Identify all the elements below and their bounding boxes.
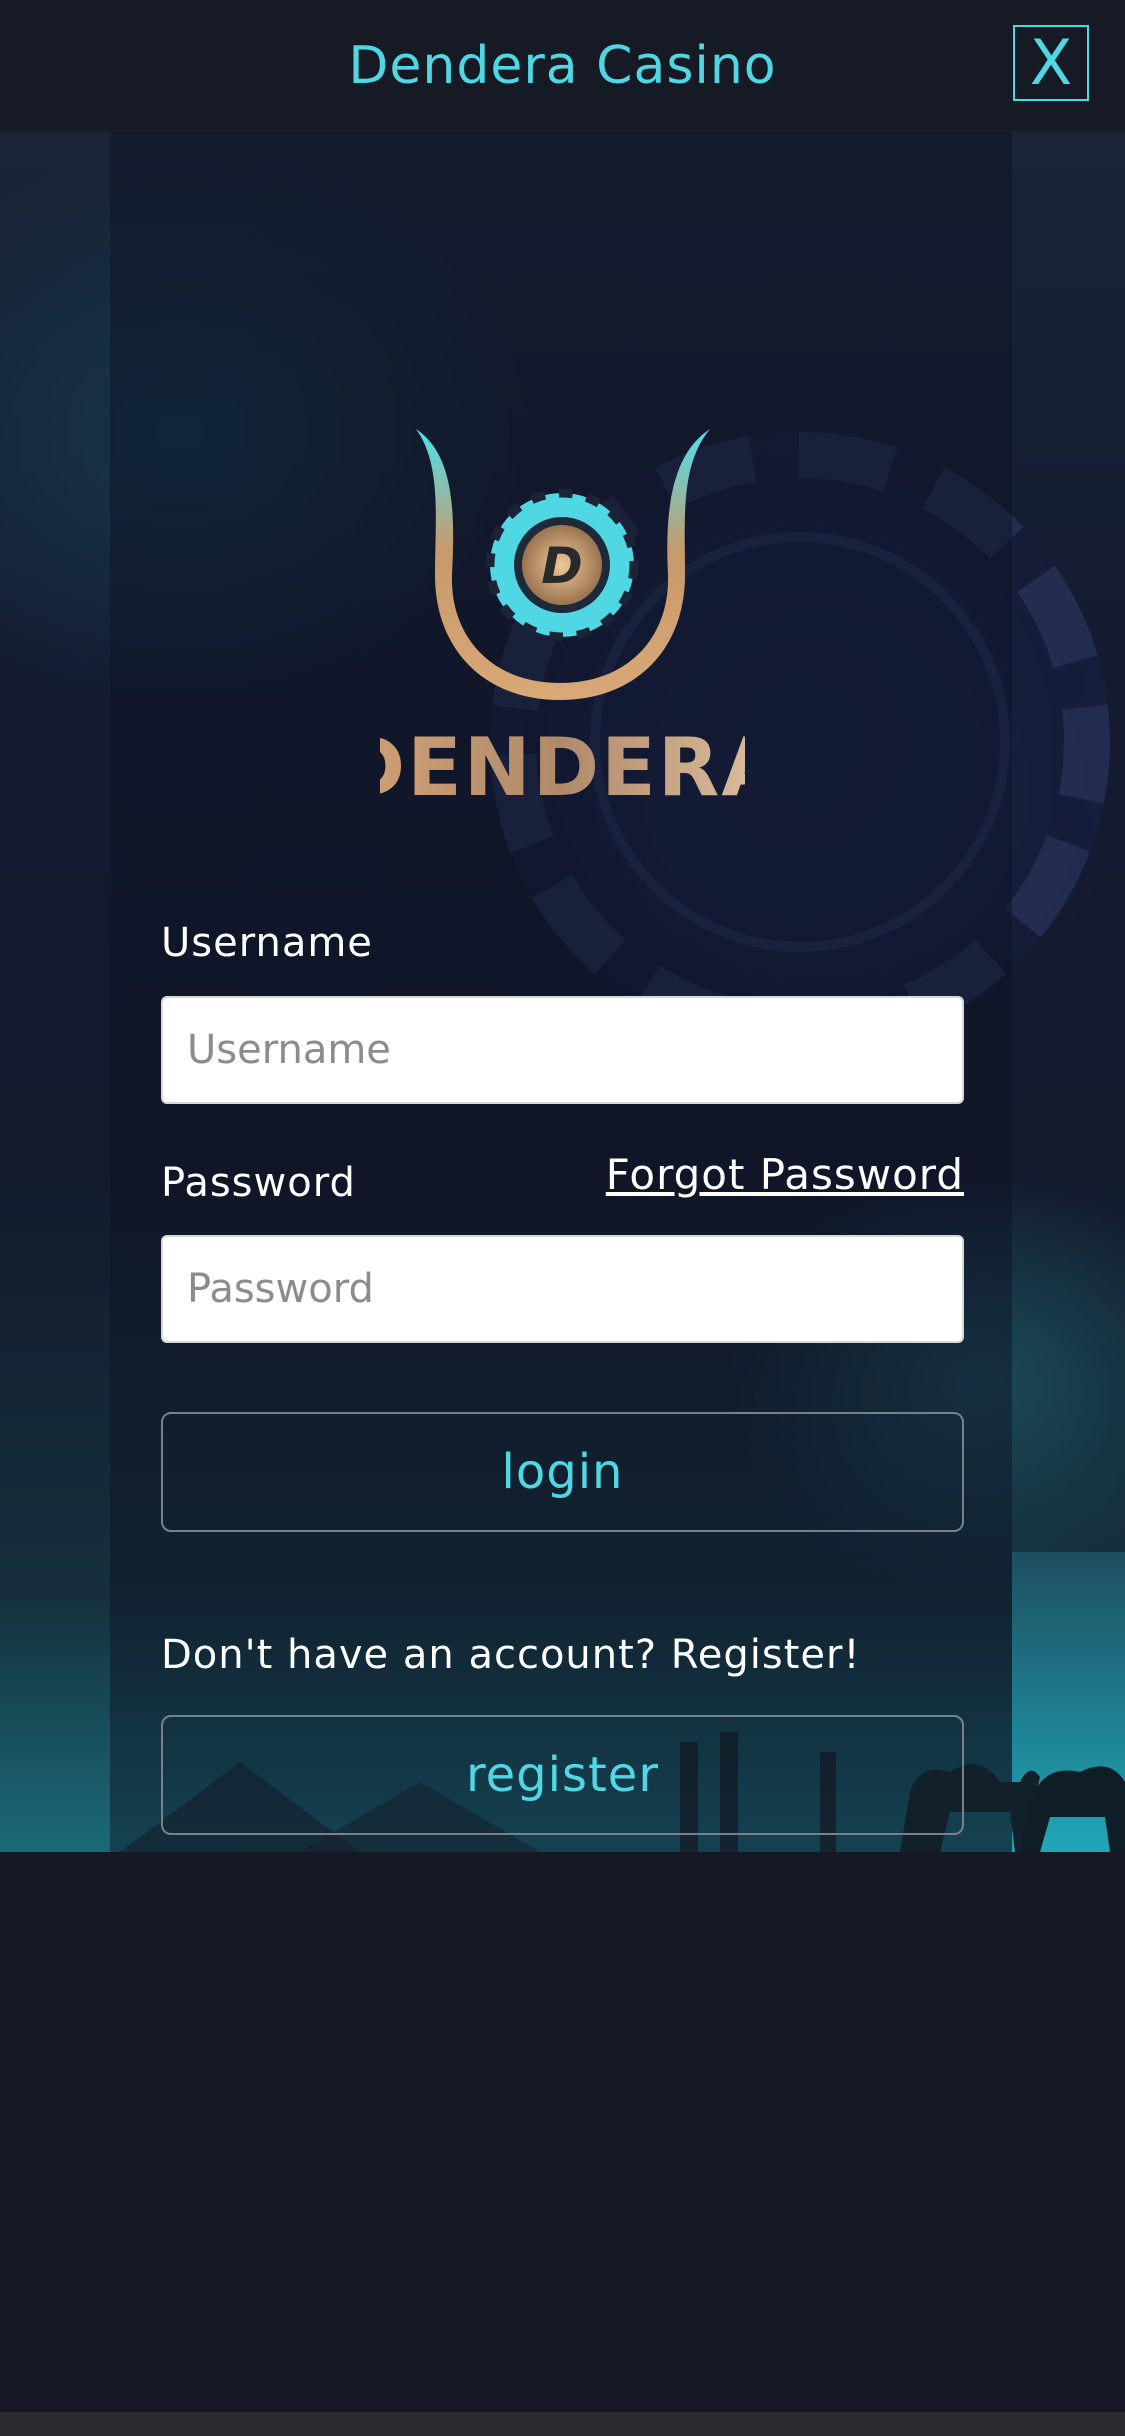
register-button[interactable]: register bbox=[161, 1715, 964, 1835]
register-button-label: register bbox=[465, 1747, 660, 1803]
close-button[interactable]: X bbox=[1013, 25, 1089, 101]
register-prompt: Don't have an account? Register! bbox=[161, 1632, 861, 1678]
logo-emblem-letter: D bbox=[541, 537, 583, 595]
password-label: Password bbox=[161, 1160, 356, 1206]
home-indicator-bar bbox=[0, 2412, 1125, 2436]
background-hero bbox=[0, 132, 1125, 1852]
header-title: Dendera Casino bbox=[348, 35, 777, 96]
username-input[interactable] bbox=[161, 996, 964, 1104]
password-input[interactable] bbox=[161, 1235, 964, 1343]
dendera-logo: D DENDERA bbox=[380, 429, 745, 800]
close-icon: X bbox=[1029, 26, 1073, 99]
login-button-label: login bbox=[501, 1444, 624, 1500]
login-button[interactable]: login bbox=[161, 1412, 964, 1532]
logo-wordmark: DENDERA bbox=[380, 721, 745, 800]
header-bar: Dendera Casino X bbox=[0, 0, 1125, 132]
form-backdrop bbox=[110, 132, 1012, 1852]
login-page: Dendera Casino X D ENDER Username Userna… bbox=[0, 0, 1125, 2436]
username-label: Username bbox=[161, 920, 373, 966]
forgot-password-link[interactable]: Forgot Password bbox=[606, 1150, 964, 1199]
